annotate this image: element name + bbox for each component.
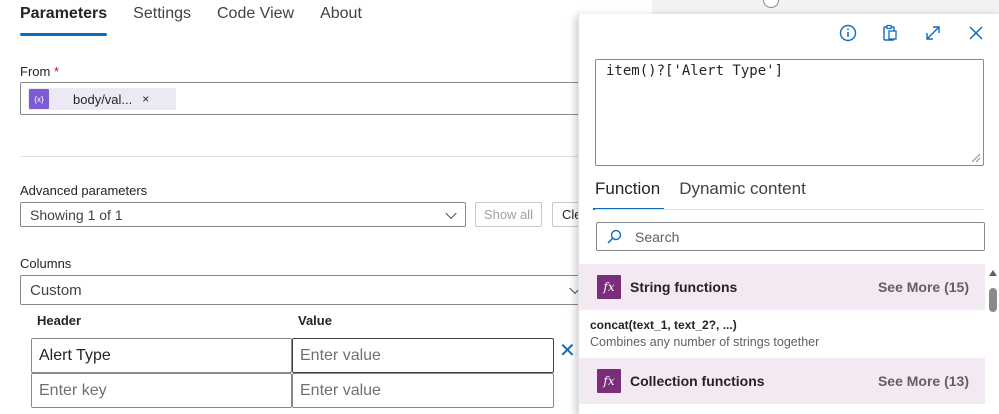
category-string-functions[interactable]: fx String functions See More (15) — [579, 264, 985, 310]
scrollbar[interactable] — [988, 270, 998, 414]
header-key-field[interactable]: Alert Type — [31, 338, 292, 373]
expression-input[interactable]: item()?['Alert Type'] — [595, 59, 984, 166]
scroll-thumb[interactable] — [989, 288, 997, 312]
from-label-text: From — [20, 64, 51, 79]
category-title: String functions — [630, 279, 738, 295]
function-icon: fx — [597, 275, 621, 299]
header-key-field[interactable]: Enter key — [31, 373, 292, 408]
value-field[interactable]: Enter value — [292, 338, 554, 373]
info-icon[interactable] — [837, 22, 859, 44]
see-more-link[interactable]: See More (15) — [878, 279, 969, 295]
tab-parameters[interactable]: Parameters — [20, 0, 108, 36]
close-icon[interactable] — [965, 22, 987, 44]
expression-text: item()?['Alert Type'] — [606, 63, 784, 79]
columns-value: Custom — [30, 281, 82, 299]
required-mark: * — [53, 64, 60, 79]
category-title: Collection functions — [630, 373, 765, 389]
close-icon[interactable]: ✕ — [559, 338, 576, 363]
function-icon: fx — [597, 369, 621, 393]
chevron-down-icon — [445, 207, 457, 219]
tab-function[interactable]: Function — [592, 179, 665, 210]
show-all-button[interactable]: Show all — [475, 202, 542, 227]
token-label: body/val... — [73, 91, 133, 107]
canvas-strip — [652, 0, 999, 14]
columns-label: Columns — [20, 256, 72, 271]
header-column-title: Header — [37, 313, 82, 328]
from-label: From * — [20, 64, 59, 79]
see-more-link[interactable]: See More (13) — [878, 373, 969, 389]
value-field[interactable]: Enter value — [292, 373, 554, 408]
value-column-title: Value — [298, 313, 332, 328]
scroll-up-arrow-icon[interactable] — [989, 270, 997, 276]
tab-about[interactable]: About — [320, 0, 362, 36]
remove-token-button[interactable]: × — [142, 92, 149, 106]
dynamic-token[interactable]: {x} body/val... × — [28, 88, 176, 110]
expression-editor-panel: item()?['Alert Type'] Function Dynamic c… — [578, 14, 999, 414]
section-divider — [20, 156, 590, 157]
tabs-divider — [595, 209, 984, 210]
expression-tabs: Function Dynamic content — [592, 179, 806, 210]
advanced-parameters-label: Advanced parameters — [20, 183, 148, 198]
function-signature[interactable]: concat(text_1, text_2?, ...) — [590, 318, 737, 332]
resize-handle-icon[interactable] — [972, 154, 980, 162]
from-input[interactable]: {x} body/val... × — [20, 82, 590, 115]
columns-dropdown[interactable]: Custom — [20, 275, 590, 305]
expand-icon[interactable] — [922, 22, 944, 44]
advanced-parameters-value: Showing 1 of 1 — [30, 206, 123, 223]
tab-dynamic-content[interactable]: Dynamic content — [679, 179, 806, 209]
search-placeholder: Search — [635, 228, 680, 245]
function-description: Combines any number of strings together — [590, 335, 820, 349]
tab-bar: Parameters Settings Code View About — [20, 0, 362, 40]
dynamic-content-icon: {x} — [29, 89, 49, 109]
clipboard-icon[interactable] — [879, 22, 901, 44]
advanced-parameters-dropdown[interactable]: Showing 1 of 1 — [20, 202, 466, 227]
category-collection-functions[interactable]: fx Collection functions See More (13) — [579, 358, 985, 404]
tab-settings[interactable]: Settings — [133, 0, 191, 36]
function-search-input[interactable]: Search — [596, 222, 985, 251]
search-icon — [607, 229, 622, 244]
tab-code-view[interactable]: Code View — [217, 0, 294, 36]
